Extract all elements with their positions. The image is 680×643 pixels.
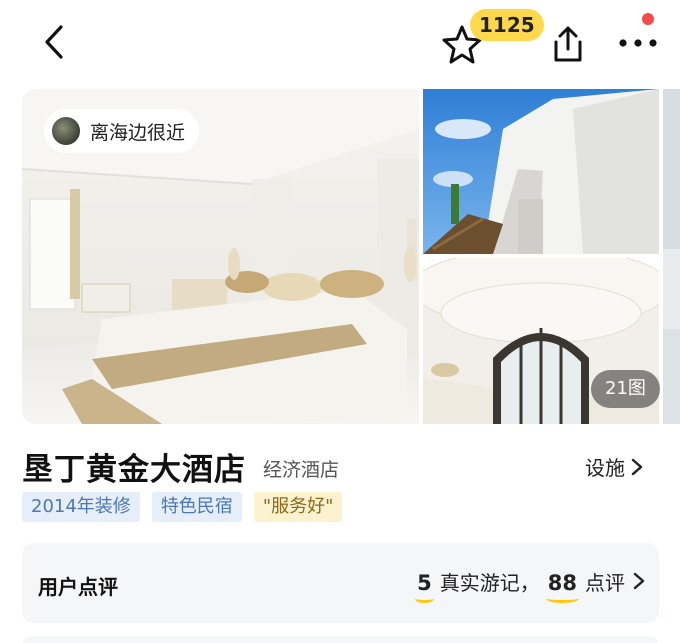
facilities-label: 设施 [585,456,625,480]
chevron-right-icon [633,572,645,590]
hotel-tags: 2014年装修 特色民宿 "服务好" [22,492,343,522]
next-section-card [22,636,659,643]
next-photo-peek[interactable] [663,89,680,424]
review-stats: 5 真实游记， 88 点评 [413,567,645,603]
travel-notes-count: 5 [413,571,436,603]
notification-dot [642,13,654,25]
distance-tag: 离海边很近 [44,109,200,153]
review-count: 88 [544,571,581,603]
reviews-title: 用户点评 [38,575,118,599]
tag-good-service: "服务好" [253,492,343,522]
share-button[interactable] [546,22,590,66]
hotel-name: 垦丁黄金大酒店 [22,452,246,488]
distance-avatar [50,115,82,147]
more-dots-icon [619,39,657,47]
favorite-count-badge: 1125 [470,9,544,41]
tag-homestay: 特色民宿 [151,492,242,522]
distance-tag-label: 离海边很近 [90,121,186,144]
back-button[interactable] [36,22,72,62]
review-label: 点评 [585,571,625,595]
main-room-photo[interactable]: 离海边很近 [22,89,419,424]
top-bar: 1125 [0,0,680,88]
chevron-right-icon [631,458,643,475]
chevron-left-icon [45,25,63,59]
user-reviews-card[interactable]: 用户点评 5 真实游记， 88 点评 [22,543,659,623]
hotel-type: 经济酒店 [263,459,340,481]
photo-gallery[interactable]: 离海边很近 21图 [22,89,680,424]
facilities-link[interactable]: 设施 [585,452,643,481]
share-icon [554,26,582,62]
tag-renovation: 2014年装修 [22,492,140,522]
exterior-photo[interactable] [423,89,659,254]
photo-count-badge[interactable]: 21图 [591,370,660,408]
more-options-button[interactable] [616,28,660,58]
travel-notes-label: 真实游记， [439,571,540,595]
